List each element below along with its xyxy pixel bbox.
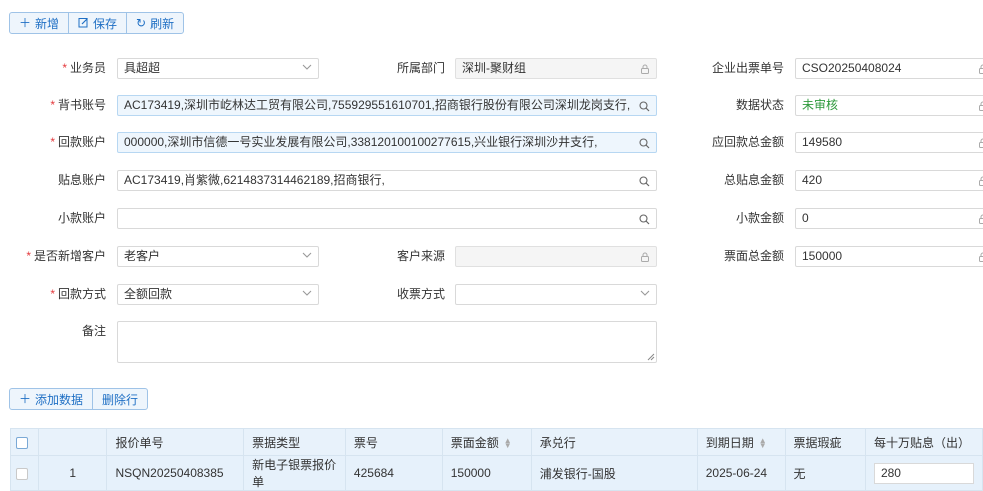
col-index-header: [38, 429, 107, 456]
select-all-checkbox[interactable]: [11, 429, 39, 456]
discount-account-field[interactable]: AC173419,肖紫微,6214837314462189,招商银行,: [117, 170, 657, 191]
chevron-down-icon: [302, 247, 312, 266]
row-checkbox[interactable]: [11, 456, 39, 491]
lock-icon: [978, 59, 983, 78]
discount-input[interactable]: 280: [874, 463, 974, 484]
lock-icon: [978, 247, 983, 266]
department-label: 所属部门: [360, 58, 445, 78]
add-data-button[interactable]: ＋添加数据: [10, 389, 93, 409]
small-account-field[interactable]: [117, 208, 657, 229]
col-bill-type-header: 票据类型: [244, 429, 346, 456]
lock-icon: [640, 59, 650, 78]
col-quote-no-header: 报价单号: [107, 429, 244, 456]
quote-no-link[interactable]: NSQN20250408385: [107, 456, 244, 491]
table-row[interactable]: 1 NSQN20250408385 新电子银票报价单 425684 150000…: [11, 456, 983, 491]
add-button[interactable]: ＋新增: [10, 13, 69, 33]
sort-icon[interactable]: ▲▼: [504, 438, 512, 448]
new-customer-label: *是否新增客户: [10, 246, 106, 266]
save-button[interactable]: 保存: [69, 13, 127, 33]
lock-icon: [640, 247, 650, 266]
main-toolbar: ＋新增 保存 ↻刷新: [9, 12, 184, 34]
chevron-down-icon: [302, 59, 312, 78]
lock-icon: [978, 209, 983, 228]
lock-icon: [978, 133, 983, 152]
sort-icon[interactable]: ▲▼: [759, 438, 767, 448]
bill-type-cell: 新电子银票报价单: [244, 456, 346, 491]
search-icon[interactable]: [639, 133, 650, 152]
small-account-label: 小款账户: [20, 208, 106, 228]
search-icon[interactable]: [639, 171, 650, 190]
face-total-field: 150000: [795, 246, 983, 267]
discount-total-field: 420: [795, 170, 983, 191]
table-header-row: 报价单号 票据类型 票号 票面金额▲▼ 承兑行 到期日期▲▼ 票据瑕疵 每十万贴…: [11, 429, 983, 456]
col-acceptor-header: 承兑行: [531, 429, 697, 456]
col-discount-header: 每十万贴息（出）: [865, 429, 982, 456]
return-method-select[interactable]: 全额回款: [117, 284, 319, 305]
return-account-label: *回款账户: [20, 132, 106, 152]
search-icon[interactable]: [639, 96, 650, 115]
refresh-button[interactable]: ↻刷新: [127, 13, 183, 33]
data-status-label: 数据状态: [690, 95, 784, 115]
lock-icon: [978, 171, 983, 190]
face-amount-cell: 150000: [442, 456, 531, 491]
edit-icon: [78, 17, 89, 30]
due-date-cell: 2025-06-24: [697, 456, 785, 491]
customer-source-field: [455, 246, 657, 267]
face-total-label: 票面总金额: [690, 246, 784, 266]
row-index: 1: [38, 456, 107, 491]
small-amount-field: 0: [795, 208, 983, 229]
receive-method-select[interactable]: [455, 284, 657, 305]
return-method-label: *回款方式: [20, 284, 106, 304]
plus-icon: ＋: [19, 393, 31, 405]
endorse-account-field[interactable]: AC173419,深圳市屹林达工贸有限公司,755929551610701,招商…: [117, 95, 657, 116]
ticket-no-field: CSO20250408024: [795, 58, 983, 79]
acceptor-cell: 浦发银行-国股: [531, 456, 697, 491]
resize-grip-icon[interactable]: [647, 353, 655, 361]
bill-table: 报价单号 票据类型 票号 票面金额▲▼ 承兑行 到期日期▲▼ 票据瑕疵 每十万贴…: [10, 428, 983, 491]
data-status-field: 未审核: [795, 95, 983, 116]
small-amount-label: 小款金额: [690, 208, 784, 228]
rows-toolbar: ＋添加数据 删除行: [9, 388, 148, 410]
return-account-field[interactable]: 000000,深圳市信德一号实业发展有限公司,33812010010027761…: [117, 132, 657, 153]
col-due-date-header[interactable]: 到期日期▲▼: [697, 429, 785, 456]
ticket-no-label: 企业出票单号: [690, 58, 784, 78]
remark-textarea[interactable]: [117, 321, 657, 363]
endorse-account-label: *背书账号: [20, 95, 106, 115]
col-face-amount-header[interactable]: 票面金额▲▼: [442, 429, 531, 456]
discount-cell[interactable]: 280: [865, 456, 982, 491]
search-icon[interactable]: [639, 209, 650, 228]
salesman-label: *业务员: [20, 58, 106, 78]
plus-icon: ＋: [19, 17, 31, 29]
receivable-total-label: 应回款总金额: [690, 132, 784, 152]
chevron-down-icon: [302, 285, 312, 304]
lock-icon: [978, 96, 983, 115]
receive-method-label: 收票方式: [360, 284, 445, 304]
discount-total-label: 总贴息金额: [690, 170, 784, 190]
col-bill-no-header: 票号: [345, 429, 442, 456]
refresh-icon: ↻: [136, 17, 146, 29]
bill-no-cell: 425684: [345, 456, 442, 491]
col-defect-header: 票据瑕疵: [785, 429, 865, 456]
receivable-total-field: 149580: [795, 132, 983, 153]
defect-cell: 无: [785, 456, 865, 491]
chevron-down-icon: [640, 285, 650, 304]
customer-source-label: 客户来源: [360, 246, 445, 266]
delete-row-button[interactable]: 删除行: [93, 389, 147, 409]
salesman-select[interactable]: 具超超: [117, 58, 319, 79]
new-customer-select[interactable]: 老客户: [117, 246, 319, 267]
department-field: 深圳-聚财组: [455, 58, 657, 79]
discount-account-label: 贴息账户: [20, 170, 106, 190]
remark-label: 备注: [20, 321, 106, 341]
